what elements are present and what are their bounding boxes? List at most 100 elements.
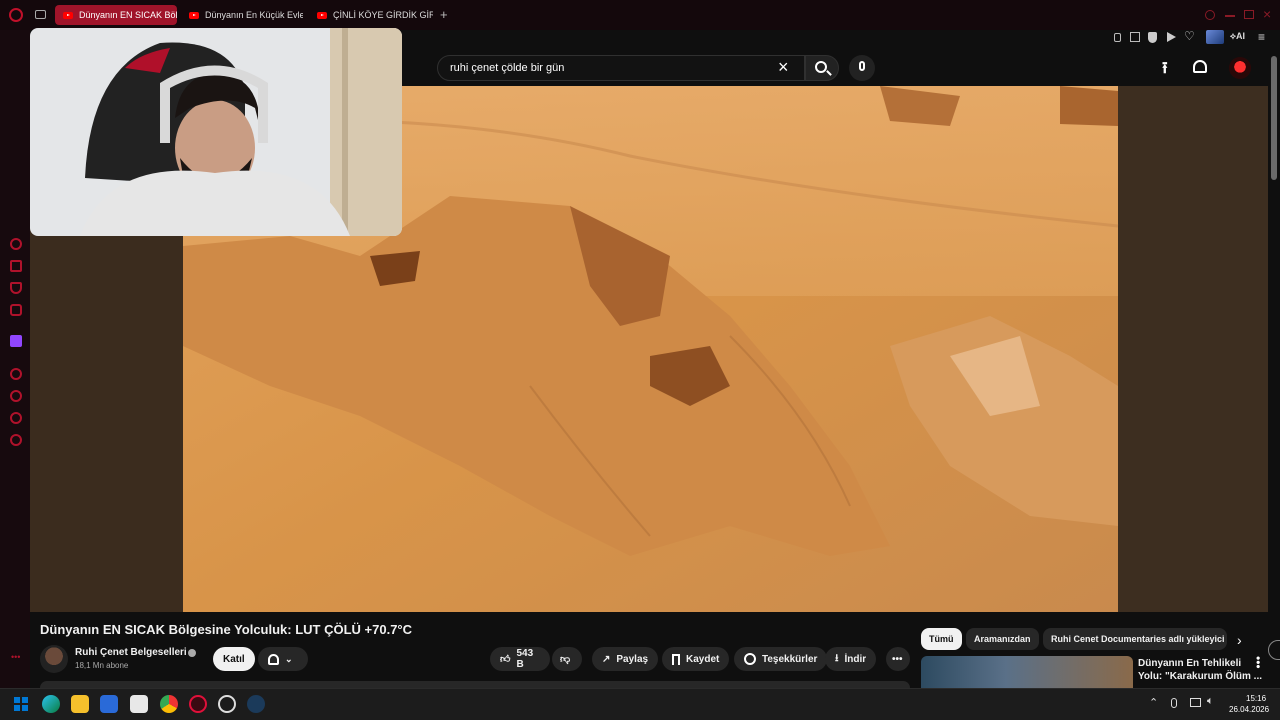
dislike-button[interactable]: 👎︎ [552,647,582,671]
menu-icon[interactable]: ≡ [1258,30,1265,44]
ai-label: AI [1235,31,1245,41]
tray-network-icon[interactable] [1190,698,1201,707]
clock-date[interactable]: 26.04.2026 [1229,705,1269,714]
chip-all[interactable]: Tümü [921,628,962,650]
github-icon[interactable] [218,695,236,713]
channel-avatar[interactable] [40,645,68,673]
youtube-icon [189,11,199,19]
chip-label: Aramanızdan [974,634,1031,644]
save-button[interactable]: Kaydet [662,647,730,671]
tray-mic-icon[interactable] [1171,698,1177,708]
recommended-title-line2[interactable]: Yolu: "Karakurum Ölüm ... [1138,671,1262,682]
new-tab-button[interactable]: + [440,7,448,22]
thumbs-up-icon: 👍︎ [500,654,511,665]
chat-icon[interactable] [10,412,22,424]
tab-dunyanin-en-kucuk[interactable]: Dünyanın En Küçük Evleri [181,5,303,25]
steam-icon[interactable] [247,695,265,713]
lock-icon[interactable] [10,260,22,272]
vpn-shield-icon[interactable] [10,282,22,294]
streamer-webcam-image [30,28,402,236]
search-query: ruhi çenet çölde bir gün [450,62,565,74]
store-icon[interactable] [130,695,148,713]
tab-label: Dünyanın En Küçük Evleri [205,10,303,20]
chip-label: Tümü [929,634,954,644]
ai-button[interactable]: ⟡AI [1230,31,1245,42]
subscribed-bell-button[interactable]: ⌄ [258,647,308,671]
minimize-button[interactable] [1225,15,1235,17]
opera-sidebar: ••• [0,30,30,688]
sidebar-more-icon[interactable]: ••• [11,652,20,662]
thanks-button[interactable]: Teşekkürler [734,647,828,671]
clear-search-icon[interactable]: × [778,57,789,78]
browser-tab-bar: Dünyanın EN SICAK Bölge Dünyanın En Küçü… [0,0,1280,30]
like-count: 543 B [516,648,534,670]
chevron-right-icon[interactable]: › [1237,632,1242,648]
shield-icon[interactable] [1148,32,1157,43]
clock-time[interactable]: 15:16 [1246,694,1266,703]
recommended-menu-icon[interactable]: ••• [1251,656,1265,669]
more-icon: ••• [892,653,903,665]
voice-search-button[interactable] [849,55,875,81]
chip-uploader[interactable]: Ruhi Cenet Documentaries adlı yükleyici [1043,628,1227,650]
recommended-title-line1[interactable]: Dünyanın En Tehlikeli [1138,658,1241,669]
play-icon[interactable] [1167,32,1176,42]
chrome-icon[interactable] [160,695,178,713]
tray-chevron-icon[interactable]: ⌃ [1149,696,1158,709]
history-icon[interactable] [10,390,22,402]
close-window-button[interactable]: × [1263,6,1271,22]
subscriber-count: 18,1 Mn abone [75,661,129,670]
bell-icon [268,653,279,665]
search-icon-handle [826,70,832,76]
download-button[interactable]: ⭳ İndir [825,647,877,671]
save-label: Kaydet [686,653,720,665]
video-title: Dünyanın EN SICAK Bölgesine Yolculuk: LU… [40,622,413,637]
upload-icon[interactable]: ⭱ [1162,57,1168,84]
chip-label: Ruhi Cenet Documentaries adlı yükleyici [1051,634,1225,644]
share-button[interactable]: ↗ Paylaş [592,647,659,671]
tab-workspaces-icon[interactable] [35,10,46,19]
mail-icon[interactable] [100,695,118,713]
notifications-icon[interactable] [1193,60,1207,73]
search-tabs-icon[interactable] [1205,10,1215,20]
youtube-icon [63,11,73,19]
page-scrollbar[interactable] [1271,56,1277,180]
windows-start-icon[interactable] [14,697,28,711]
edge-icon[interactable] [42,695,60,713]
chevron-down-icon: ⌄ [285,653,293,664]
instagram-icon[interactable] [10,304,22,316]
join-label: Katıl [223,653,245,665]
user-avatar[interactable] [1229,57,1251,79]
heart-icon[interactable]: ♡ [1184,29,1195,43]
download-icon: ⭳ [835,652,839,664]
thumbs-down-icon: 👎︎ [560,654,571,665]
messenger-icon[interactable] [10,238,22,250]
profile-avatar[interactable] [1206,30,1224,44]
bookmark-icon [672,653,680,665]
tab-dunyanin-en-sicak[interactable]: Dünyanın EN SICAK Bölge [55,5,177,25]
player-icon[interactable] [10,368,22,380]
side-expand-button[interactable] [1268,640,1280,660]
join-button[interactable]: Katıl [213,647,255,671]
more-actions-button[interactable]: ••• [886,647,910,671]
chip-from-search[interactable]: Aramanızdan [966,628,1039,650]
settings-icon[interactable] [10,434,22,446]
pin-icon[interactable] [1114,33,1121,42]
share-label: Paylaş [616,653,649,665]
file-explorer-icon[interactable] [71,695,89,713]
tray-volume-icon[interactable]: 🔈︎ [1207,695,1214,708]
like-button[interactable]: 👍︎ 543 B [490,647,550,671]
channel-name[interactable]: Ruhi Çenet Belgeselleri [75,647,187,658]
microphone-icon [859,61,865,71]
maximize-button[interactable] [1244,10,1254,19]
snapshot-icon[interactable] [1130,32,1140,42]
tab-label: Dünyanın EN SICAK Bölge [79,10,177,20]
verified-badge-icon [188,649,196,657]
description-box[interactable] [40,681,910,688]
twitch-icon[interactable] [10,335,22,347]
opera-logo-icon[interactable] [9,8,23,22]
opera-gx-icon[interactable] [189,695,207,713]
thanks-icon [744,653,756,665]
recommended-thumbnail[interactable] [921,656,1133,688]
search-button[interactable] [805,55,839,81]
tab-cinli-koye[interactable]: ÇİNLİ KÖYE GİRDİK GİRME [309,5,433,25]
